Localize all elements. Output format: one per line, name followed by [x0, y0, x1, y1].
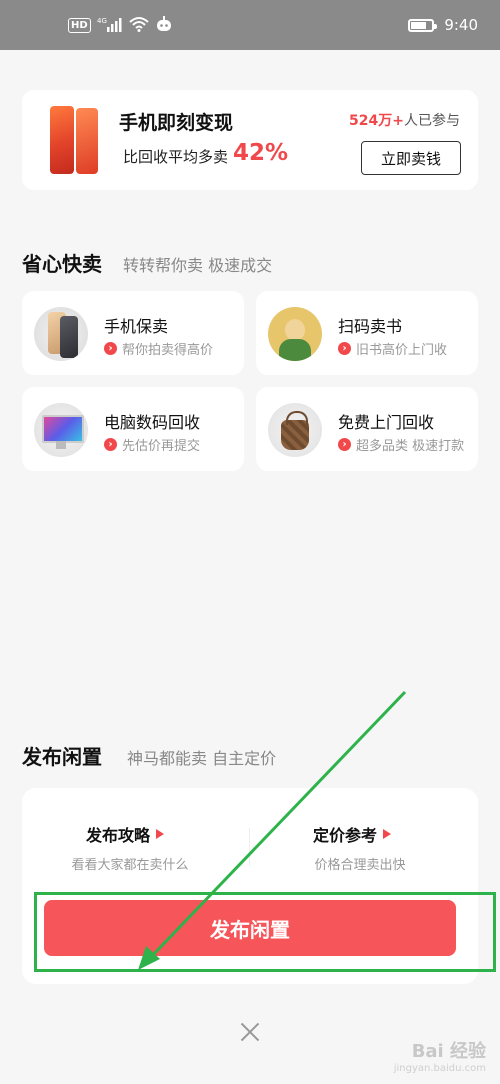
chevron-right-icon: › — [104, 342, 117, 355]
triangle-right-icon — [383, 829, 392, 839]
service-name: 免费上门回收 — [338, 413, 435, 432]
bag-icon — [268, 403, 322, 457]
promo-title: 手机即刻变现 — [119, 112, 234, 134]
publish-guide-desc: 看看大家都在卖什么 — [71, 858, 189, 873]
service-desc-text: 旧书高价上门收 — [356, 343, 448, 358]
participants-suffix: 人已参与 — [404, 113, 460, 129]
chevron-right-icon: › — [338, 438, 351, 451]
service-desc: › 帮你拍卖得高价 — [104, 339, 213, 358]
watermark-text: Bai 经验 — [411, 1041, 486, 1062]
computer-icon — [34, 403, 88, 457]
publish-idle-button[interactable]: 发布闲置 — [44, 900, 456, 956]
chevron-right-icon: › — [104, 438, 117, 451]
iphone-icon — [34, 307, 88, 361]
close-icon[interactable] — [238, 1020, 262, 1044]
publish-card: 发布攻略 看看大家都在卖什么 定价参考 价格合理卖出快 发布闲置 — [22, 788, 478, 984]
divider — [249, 828, 250, 866]
publish-guide-label: 发布攻略 — [86, 826, 151, 845]
phone-cash-promo-card[interactable]: 手机即刻变现 比回收平均多卖 42% 524万+人已参与 立即卖钱 — [22, 90, 478, 190]
service-desc: › 旧书高价上门收 — [338, 339, 447, 358]
price-reference-label: 定价参考 — [313, 826, 378, 845]
service-desc-text: 先估价再提交 — [122, 439, 201, 454]
service-name: 手机保卖 — [104, 317, 169, 336]
triangle-right-icon — [156, 829, 165, 839]
service-desc: › 先估价再提交 — [104, 435, 200, 454]
service-home-pickup[interactable]: 免费上门回收 › 超多品类 极速打款 — [256, 387, 478, 471]
status-bar: HD 4G 9:40 — [0, 0, 500, 50]
service-computer-recycle[interactable]: 电脑数码回收 › 先估价再提交 — [22, 387, 244, 471]
app-notification-icon — [155, 15, 173, 35]
chevron-right-icon: › — [338, 342, 351, 355]
battery-icon — [408, 18, 438, 32]
service-phone-sell[interactable]: 手机保卖 › 帮你拍卖得高价 — [22, 291, 244, 375]
publish-guide-link[interactable]: 发布攻略 — [86, 822, 165, 846]
network-type-label: 4G — [97, 17, 107, 25]
status-right: 9:40 — [408, 16, 478, 34]
participants-count: 524万+人已参与 — [349, 110, 460, 130]
watermark-url: jingyan.baidu.com — [393, 1063, 486, 1074]
wifi-icon — [129, 16, 149, 35]
service-name: 电脑数码回收 — [104, 413, 201, 432]
participants-number: 524万+ — [349, 113, 404, 129]
promo-subtitle: 比回收平均多卖 — [123, 148, 229, 166]
hd-badge: HD — [68, 17, 91, 33]
quick-sell-subtitle: 转转帮你卖 极速成交 — [123, 256, 273, 275]
price-reference-link[interactable]: 定价参考 — [313, 822, 392, 846]
publish-title: 发布闲置 — [22, 745, 102, 769]
quick-sell-title: 省心快卖 — [22, 252, 102, 276]
status-time: 9:40 — [444, 16, 478, 34]
watermark-logo: Bai 经验 jingyan.baidu.com — [394, 1037, 486, 1074]
service-desc-text: 帮你拍卖得高价 — [122, 343, 214, 358]
service-desc: › 超多品类 极速打款 — [338, 435, 464, 454]
signal-icon: 4G — [97, 16, 123, 35]
price-reference-desc: 价格合理卖出快 — [314, 858, 406, 873]
service-desc-text: 超多品类 极速打款 — [356, 439, 465, 454]
service-scan-book[interactable]: 扫码卖书 › 旧书高价上门收 — [256, 291, 478, 375]
book-icon — [268, 307, 322, 361]
service-name: 扫码卖书 — [338, 317, 403, 336]
promo-percent: 42% — [233, 140, 289, 166]
phone-product-icon — [50, 106, 98, 174]
sell-now-button[interactable]: 立即卖钱 — [361, 141, 461, 175]
publish-subtitle: 神马都能卖 自主定价 — [127, 749, 277, 768]
status-left: HD 4G — [68, 15, 173, 35]
